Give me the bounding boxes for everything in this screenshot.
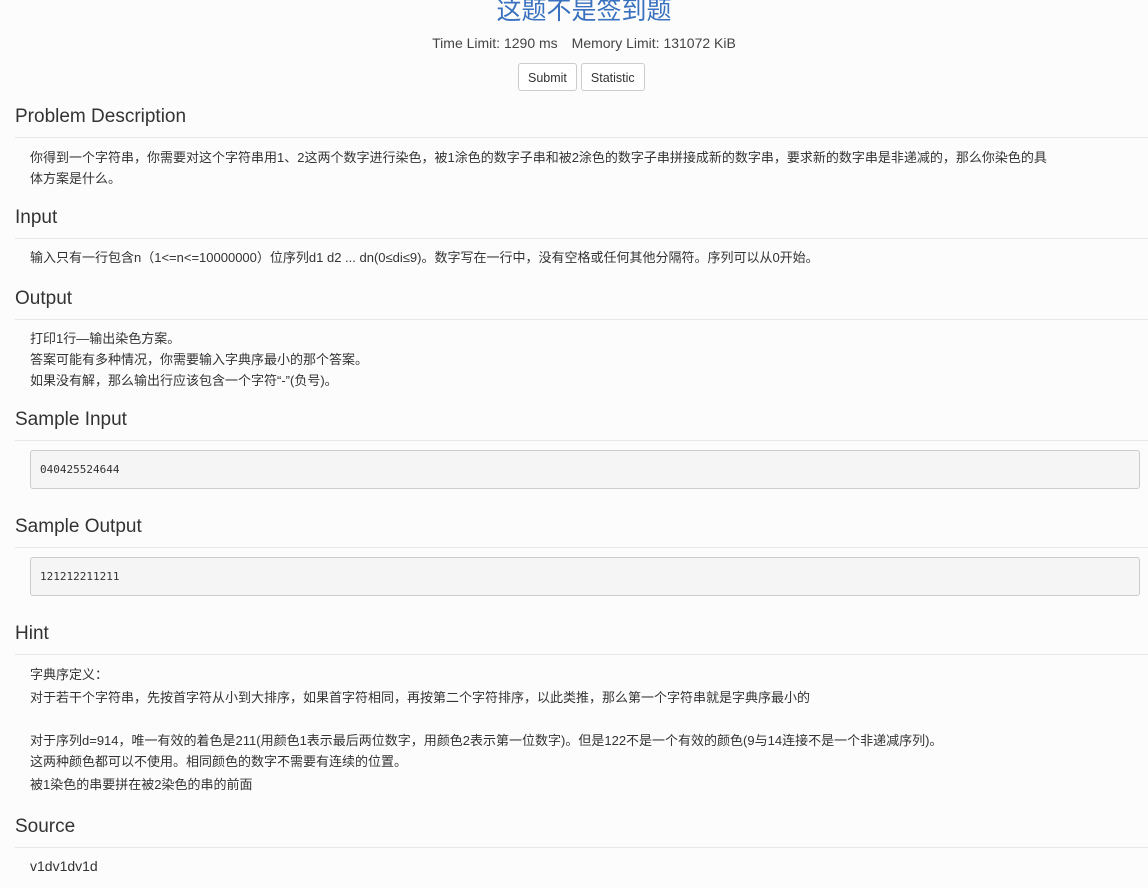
input-divider <box>15 238 1148 239</box>
sample-output-code: 121212211211 <box>30 557 1140 596</box>
hint-line: 字典序定义： <box>30 667 109 682</box>
hint-line: 对于序列d=914，唯一有效的着色是211(用颜色1表示最后两位数字，用颜色2表… <box>30 733 943 748</box>
input-heading: Input <box>15 207 58 228</box>
sample-input-code: 040425524644 <box>30 450 1140 489</box>
submit-button[interactable]: Submit <box>518 63 577 91</box>
output-heading: Output <box>15 288 73 309</box>
limits-line: Time Limit: 1290 ms Memory Limit: 131072 … <box>0 33 1148 53</box>
hint-heading: Hint <box>15 623 49 644</box>
hint-line: 被1染色的串要拼在被2染色的串的前面 <box>30 777 253 792</box>
memory-limit: Memory Limit: 131072 KiB <box>571 35 736 51</box>
statistic-button[interactable]: Statistic <box>580 63 645 91</box>
output-line: 打印1行—输出染色方案。 <box>30 331 181 346</box>
description-heading: Problem Description <box>15 106 187 127</box>
output-divider <box>15 319 1148 320</box>
problem-page: 这题不是签到题 Time Limit: 1290 ms Memory Limit:… <box>0 0 1148 888</box>
description-line: 体方案是什么。 <box>30 171 122 186</box>
output-body: 打印1行—输出染色方案。 答案可能有多种情况，你需要输入字典序最小的那个答案。 … <box>30 328 1130 391</box>
source-heading: Source <box>15 816 76 837</box>
hint-body: 字典序定义： 对于若干个字符串，先按首字符从小到大排序，如果首字符相同，再按第二… <box>30 664 1130 795</box>
input-body: 输入只有一行包含n（1<=n<=10000000）位序列d1 d2 ... dn… <box>30 247 1130 268</box>
sample-output-heading: Sample Output <box>15 516 142 537</box>
description-divider <box>15 137 1148 138</box>
description-line: 你得到一个字符串，你需要对这个字符串用1、2这两个数字进行染色，被1涂色的数字子… <box>30 150 1047 165</box>
hint-line: 对于若干个字符串，先按首字符从小到大排序，如果首字符相同，再按第二个字符排序，以… <box>30 690 811 705</box>
input-line: 输入只有一行包含n（1<=n<=10000000）位序列d1 d2 ... dn… <box>30 250 819 265</box>
hint-divider <box>15 654 1148 655</box>
description-body: 你得到一个字符串，你需要对这个字符串用1、2这两个数字进行染色，被1涂色的数字子… <box>30 147 1130 189</box>
time-limit: Time Limit: 1290 ms <box>432 35 558 51</box>
hint-line: 这两种颜色都可以不使用。相同颜色的数字不需要有连续的位置。 <box>30 754 408 769</box>
output-line: 答案可能有多种情况，你需要输入字典序最小的那个答案。 <box>30 352 369 367</box>
action-buttons: Submit Statistic <box>518 63 645 91</box>
sample-input-heading: Sample Input <box>15 409 127 430</box>
output-line: 如果没有解，那么输出行应该包含一个字符“-”(负号)。 <box>30 373 338 388</box>
sample-output-divider <box>15 547 1148 548</box>
sample-input-divider <box>15 440 1148 441</box>
source-body: v1dv1dv1d <box>30 856 1130 877</box>
problem-title: 这题不是签到题 <box>496 0 672 25</box>
source-divider <box>15 847 1148 848</box>
source-value: v1dv1dv1d <box>30 858 98 874</box>
